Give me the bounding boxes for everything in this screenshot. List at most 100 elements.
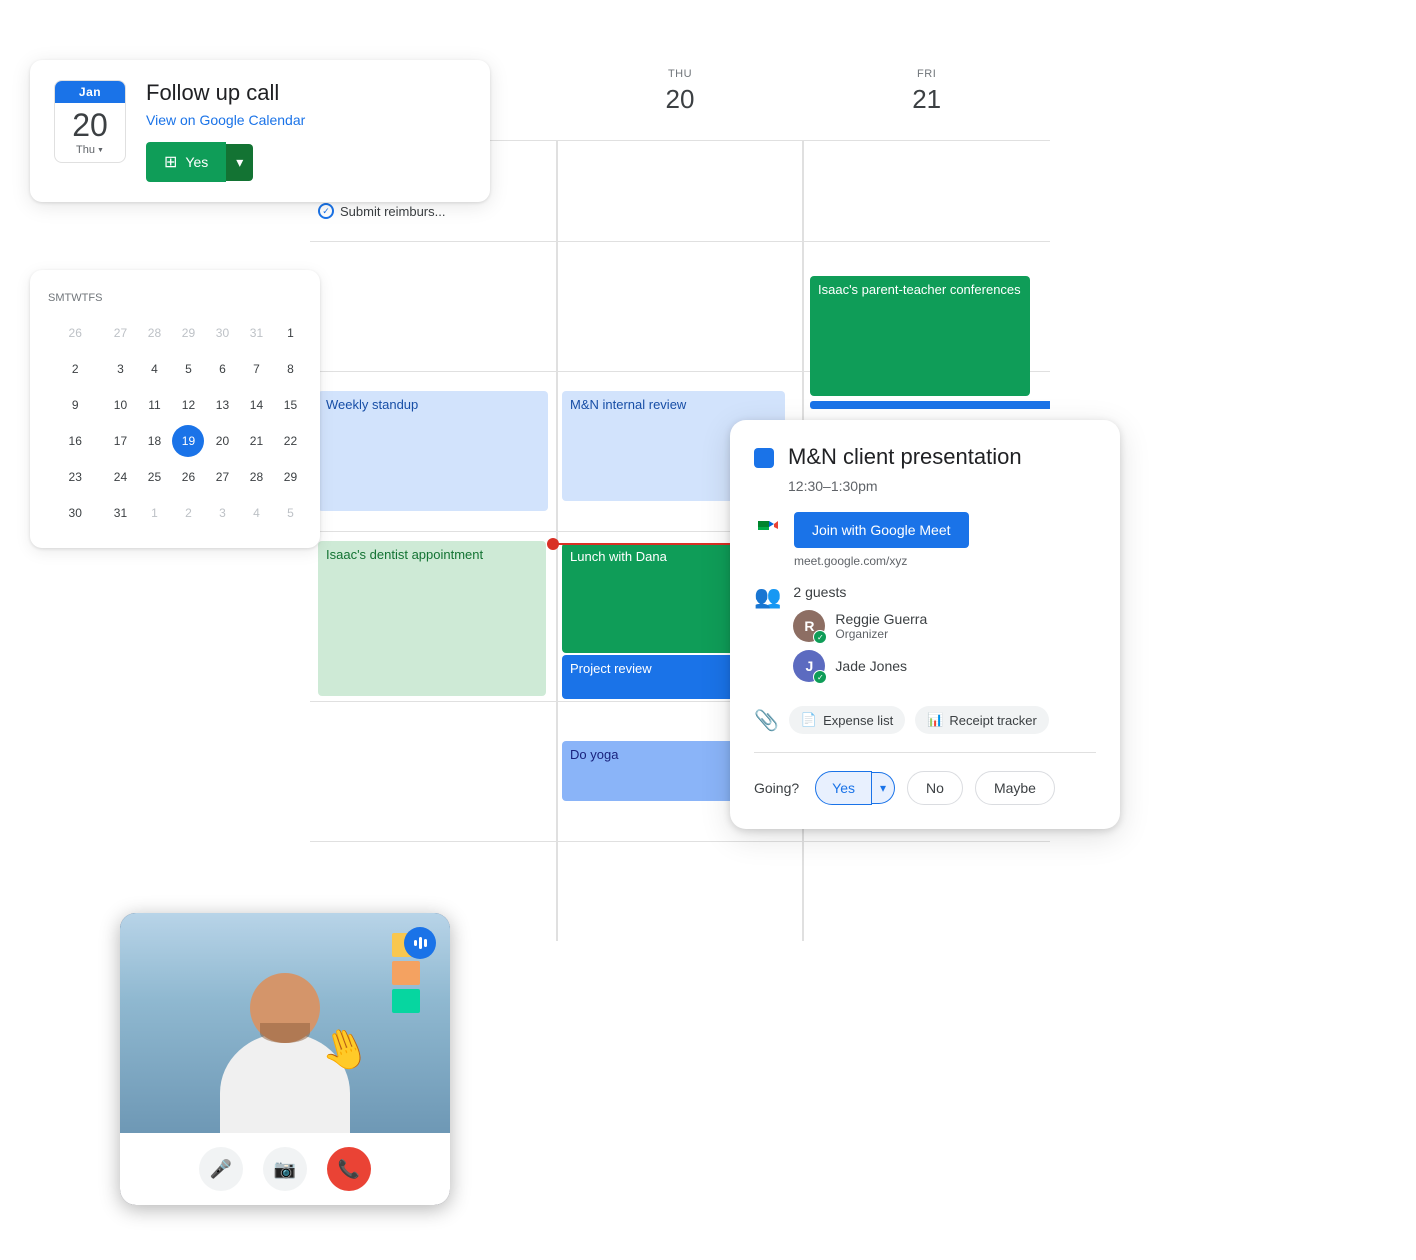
mini-cal-cell-5-4[interactable]: 3 [206,496,238,530]
mini-cal-cell-4-1[interactable]: 24 [104,460,136,494]
audio-indicator [404,927,436,959]
mini-cal-cell-4-0[interactable]: 23 [48,460,102,494]
expense-list-chip[interactable]: 📄 Expense list [789,706,905,734]
going-maybe-button[interactable]: Maybe [975,771,1055,805]
mini-cal-cell-3-6[interactable]: 22 [274,424,306,458]
doc-icon: 📄 [801,712,817,728]
mini-cal-cell-0-4[interactable]: 30 [206,316,238,350]
receipt-tracker-chip[interactable]: 📊 Receipt tracker [915,706,1049,734]
mini-cal-cell-2-3[interactable]: 12 [172,388,204,422]
mini-cal-cell-5-2[interactable]: 1 [138,496,170,530]
mini-cal-cell-2-0[interactable]: 9 [48,388,102,422]
guests-section: 👥 2 guests R ✓ Reggie Guerra Organizer J… [754,584,1096,690]
mini-cal-cell-4-6[interactable]: 29 [274,460,306,494]
end-call-button[interactable]: 📞 [327,1147,371,1191]
attachments-section: 📎 📄 Expense list 📊 Receipt tracker [754,706,1096,753]
mini-cal-cell-2-4[interactable]: 13 [206,388,238,422]
video-controls: 🎤 📷 📞 [120,1133,450,1205]
mn-internal-label: M&N internal review [570,397,686,412]
attachment-icon: 📎 [754,708,779,733]
camera-button[interactable]: 📷 [263,1147,307,1191]
yes-label: Yes [185,154,208,170]
weekly-standup-event[interactable]: Weekly standup [318,391,548,511]
end-icon: 📞 [338,1159,360,1180]
going-yes-dropdown[interactable]: ▾ [872,772,895,804]
mini-cal-cell-5-0[interactable]: 30 [48,496,102,530]
cal-day-thu[interactable]: THU 20 [557,60,804,140]
video-call-card: 🤚 🎤 📷 📞 [120,913,450,1205]
day-M: M [55,288,64,308]
mini-cal-cell-3-4[interactable]: 20 [206,424,238,458]
isaac-dentist-event[interactable]: Isaac's dentist appointment [318,541,546,696]
mini-cal-week-0: 2627282930311 [48,316,306,350]
mini-cal-week-3: 16171819202122 [48,424,306,458]
mini-cal-week-5: 303112345 [48,496,306,530]
mini-cal-cell-1-0[interactable]: 2 [48,352,102,386]
mini-calendar: S M T W T F S 26272829303112345678910111… [30,270,320,548]
mini-cal-cell-3-3[interactable]: 19 [172,424,204,458]
mini-cal-cell-1-1[interactable]: 3 [104,352,136,386]
parent-teacher-label: Isaac's parent-teacher conferences [818,282,1021,297]
yes-dropdown-button[interactable]: ▾ [226,144,253,181]
mini-cal-cell-2-6[interactable]: 15 [274,388,306,422]
fri-label: FRI [803,68,1050,80]
guest-item-jade: J ✓ Jade Jones [793,650,1096,682]
going-no-button[interactable]: No [907,771,963,805]
mini-cal-cell-2-5[interactable]: 14 [240,388,272,422]
mini-cal-cell-4-3[interactable]: 26 [172,460,204,494]
yes-btn-group-event: Yes ▾ [815,771,895,805]
face-detail [260,1023,310,1043]
cal-day-num: 20 [55,103,125,144]
parent-teacher-event[interactable]: Isaac's parent-teacher conferences [810,276,1030,396]
yes-button[interactable]: ⊞ Yes [146,142,226,182]
submit-task-chip[interactable]: ✓ Submit reimburs... [318,203,445,219]
mini-cal-cell-1-6[interactable]: 8 [274,352,306,386]
mini-cal-cell-5-5[interactable]: 4 [240,496,272,530]
mini-cal-cell-0-5[interactable]: 31 [240,316,272,350]
mini-cal-cell-3-5[interactable]: 21 [240,424,272,458]
camera-icon: 📷 [274,1159,296,1180]
mini-cal-cell-1-4[interactable]: 6 [206,352,238,386]
sticky-orange [392,961,420,985]
mini-cal-cell-4-2[interactable]: 25 [138,460,170,494]
join-meet-button[interactable]: Join with Google Meet [794,512,969,548]
cal-day-fri[interactable]: FRI 21 [803,60,1050,140]
mini-cal-cell-0-0[interactable]: 26 [48,316,102,350]
mini-cal-cell-3-0[interactable]: 16 [48,424,102,458]
event-color-indicator [754,448,774,468]
followup-info: Follow up call View on Google Calendar ⊞… [146,80,305,182]
mini-cal-cell-5-6[interactable]: 5 [274,496,306,530]
going-yes-button[interactable]: Yes [815,771,872,805]
do-yoga-label: Do yoga [570,747,618,762]
jade-check-icon: ✓ [813,670,827,684]
mini-cal-cell-0-3[interactable]: 29 [172,316,204,350]
task-check-icon: ✓ [318,203,334,219]
mini-cal-cell-5-1[interactable]: 31 [104,496,136,530]
mini-cal-cell-0-2[interactable]: 28 [138,316,170,350]
mini-cal-cell-0-6[interactable]: 1 [274,316,306,350]
mute-button[interactable]: 🎤 [199,1147,243,1191]
expense-list-label: Expense list [823,713,893,728]
mini-cal-cell-4-4[interactable]: 27 [206,460,238,494]
weekly-standup-label: Weekly standup [326,397,418,412]
mini-cal-cell-5-3[interactable]: 2 [172,496,204,530]
person-head [250,973,320,1043]
meet-link[interactable]: meet.google.com/xyz [794,554,969,568]
mini-cal-cell-3-1[interactable]: 17 [104,424,136,458]
mini-cal-cell-3-2[interactable]: 18 [138,424,170,458]
mini-cal-cell-2-2[interactable]: 11 [138,388,170,422]
view-calendar-link[interactable]: View on Google Calendar [146,112,305,128]
reggie-avatar: R ✓ [793,610,825,642]
day-T2: T [82,288,89,308]
mini-cal-cell-1-2[interactable]: 4 [138,352,170,386]
mini-cal-cell-2-1[interactable]: 10 [104,388,136,422]
mini-cal-cell-0-1[interactable]: 27 [104,316,136,350]
reggie-info: Reggie Guerra Organizer [835,611,927,641]
followup-card: Jan 20 Thu Follow up call View on Google… [30,60,490,202]
mini-cal-cell-4-5[interactable]: 28 [240,460,272,494]
mini-cal-cell-1-3[interactable]: 5 [172,352,204,386]
mini-cal-cell-1-5[interactable]: 7 [240,352,272,386]
fri-top-bar [810,401,1050,409]
mini-cal-header: S M T W T F S [48,288,102,308]
day-T1: T [65,288,72,308]
